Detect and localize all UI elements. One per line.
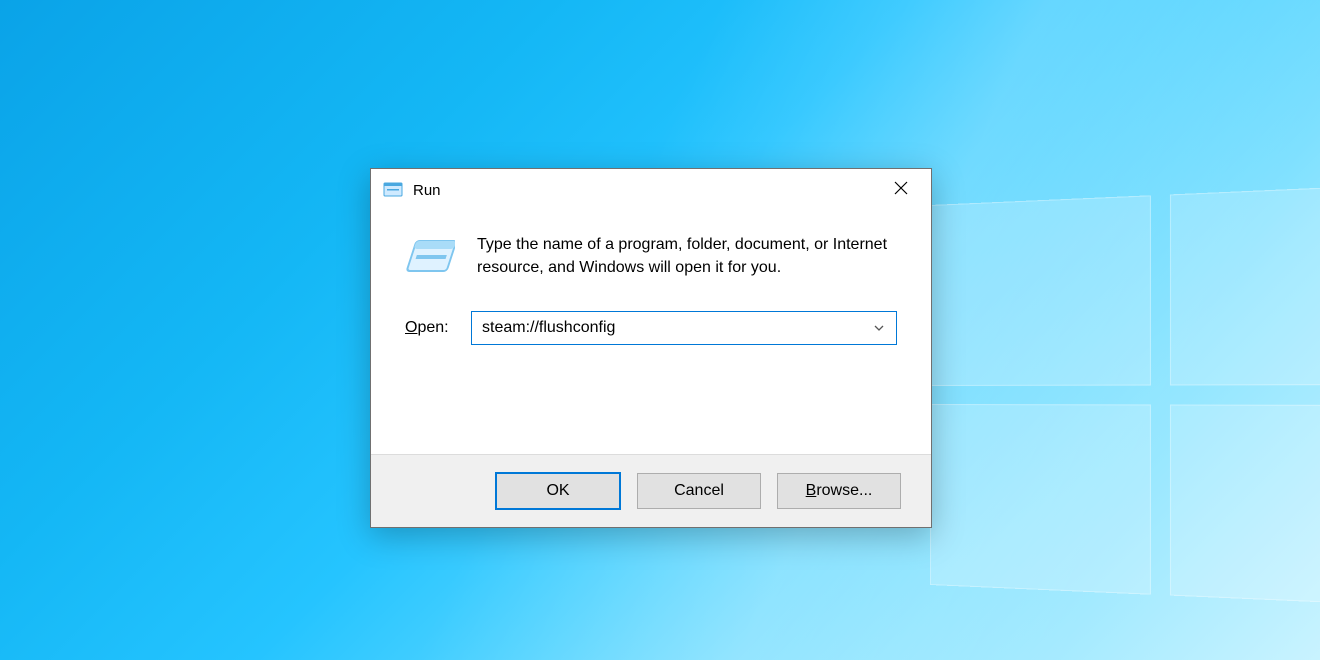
- windows-logo-pane: [930, 404, 1151, 595]
- windows-logo-pane: [1170, 405, 1320, 607]
- window-title: Run: [413, 182, 441, 199]
- run-body-icon: [405, 233, 455, 283]
- open-combobox[interactable]: [471, 311, 897, 345]
- cancel-button[interactable]: Cancel: [637, 473, 761, 509]
- windows-logo: [930, 184, 1320, 607]
- ok-button[interactable]: OK: [495, 472, 621, 510]
- windows-logo-pane: [1170, 184, 1320, 386]
- cancel-button-label: Cancel: [674, 482, 724, 500]
- info-row: Type the name of a program, folder, docu…: [405, 233, 897, 283]
- description-text: Type the name of a program, folder, docu…: [477, 233, 897, 279]
- run-title-icon: [383, 180, 403, 200]
- run-dialog: Run Type the: [370, 168, 932, 528]
- dialog-body: Type the name of a program, folder, docu…: [371, 211, 931, 454]
- titlebar[interactable]: Run: [371, 169, 931, 211]
- windows-logo-pane: [930, 195, 1151, 386]
- browse-button-label: Browse...: [806, 482, 873, 500]
- ok-button-label: OK: [546, 482, 569, 500]
- open-label: Open:: [405, 319, 457, 337]
- dialog-footer: OK Cancel Browse...: [371, 454, 931, 527]
- browse-button[interactable]: Browse...: [777, 473, 901, 509]
- desktop-background: Run Type the: [0, 0, 1320, 660]
- close-button[interactable]: [871, 169, 931, 211]
- open-input[interactable]: [471, 311, 897, 345]
- close-icon: [894, 181, 908, 200]
- open-row: Open:: [405, 311, 897, 345]
